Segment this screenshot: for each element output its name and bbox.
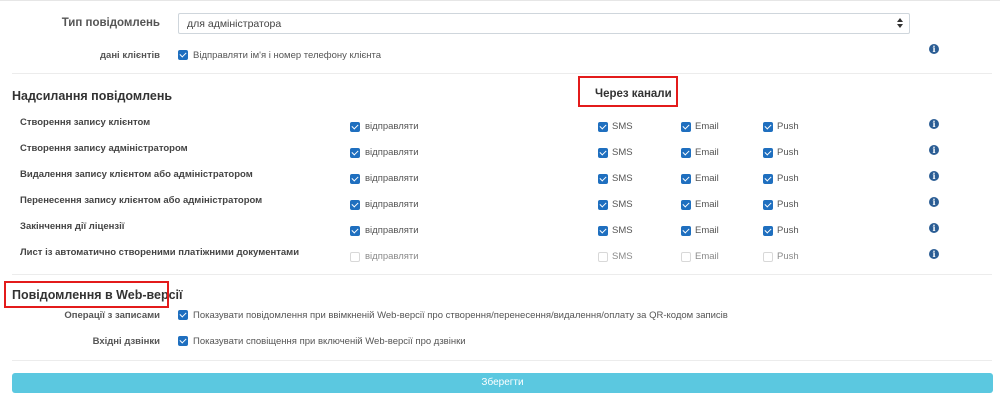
send-checkbox[interactable] bbox=[350, 226, 360, 236]
info-icon[interactable]: i bbox=[929, 249, 939, 259]
info-icon[interactable]: i bbox=[929, 223, 939, 233]
client-data-label: дані клієнтів bbox=[100, 50, 160, 61]
divider bbox=[12, 360, 992, 361]
notification-type-value: для адміністратора bbox=[187, 18, 282, 30]
info-icon[interactable]: i bbox=[929, 44, 939, 54]
email-label: Email bbox=[695, 225, 719, 236]
push-label: Push bbox=[777, 121, 799, 132]
info-icon[interactable]: i bbox=[929, 145, 939, 155]
divider bbox=[12, 274, 992, 275]
send-label: відправляти bbox=[365, 225, 419, 236]
email-label: Email bbox=[695, 147, 719, 158]
send-label: відправляти bbox=[365, 173, 419, 184]
web-highlight-box bbox=[4, 281, 169, 308]
push-checkbox[interactable] bbox=[763, 148, 773, 158]
notification-type-label: Тип повідомлень bbox=[61, 17, 160, 29]
push-checkbox[interactable] bbox=[763, 200, 773, 210]
push-label: Push bbox=[777, 173, 799, 184]
operations-label: Операції з записами bbox=[64, 310, 160, 321]
sms-label: SMS bbox=[612, 199, 633, 210]
sms-checkbox[interactable] bbox=[598, 200, 608, 210]
email-checkbox[interactable] bbox=[681, 122, 691, 132]
operations-text: Показувати повідомлення при ввімкненій W… bbox=[193, 310, 728, 321]
push-label: Push bbox=[777, 147, 799, 158]
client-data-text: Відправляти ім'я і номер телефону клієнт… bbox=[193, 50, 382, 61]
send-checkbox[interactable] bbox=[350, 200, 360, 210]
sms-label: SMS bbox=[612, 251, 633, 262]
top-divider bbox=[0, 0, 1000, 1]
sending-section-title: Надсилання повідомлень bbox=[12, 89, 173, 103]
push-label: Push bbox=[777, 225, 799, 236]
channels-highlight-box bbox=[578, 76, 678, 107]
incoming-calls-text: Показувати сповіщення при включеній Web-… bbox=[193, 336, 466, 347]
email-checkbox[interactable] bbox=[681, 148, 691, 158]
sms-checkbox[interactable] bbox=[598, 148, 608, 158]
send-checkbox[interactable] bbox=[350, 122, 360, 132]
push-checkbox[interactable] bbox=[763, 226, 773, 236]
push-checkbox[interactable] bbox=[763, 122, 773, 132]
email-checkbox[interactable] bbox=[681, 174, 691, 184]
info-icon[interactable]: i bbox=[929, 119, 939, 129]
sms-label: SMS bbox=[612, 147, 633, 158]
email-checkbox[interactable] bbox=[681, 226, 691, 236]
row-label: Створення запису адміністратором bbox=[20, 143, 188, 154]
send-label: відправляти bbox=[365, 121, 419, 132]
send-checkbox[interactable] bbox=[350, 148, 360, 158]
incoming-calls-checkbox[interactable] bbox=[178, 336, 188, 346]
operations-checkbox[interactable] bbox=[178, 310, 188, 320]
send-label: відправляти bbox=[365, 147, 419, 158]
sms-checkbox[interactable] bbox=[598, 174, 608, 184]
client-data-checkbox[interactable] bbox=[178, 50, 188, 60]
email-checkbox[interactable] bbox=[681, 200, 691, 210]
sms-checkbox[interactable] bbox=[598, 122, 608, 132]
row-label: Видалення запису клієнтом або адміністра… bbox=[20, 169, 253, 180]
send-label: відправляти bbox=[365, 199, 419, 210]
sms-checkbox[interactable] bbox=[598, 252, 608, 262]
push-label: Push bbox=[777, 199, 799, 210]
row-label: Створення запису клієнтом bbox=[20, 117, 151, 128]
row-label: Перенесення запису клієнтом або адмініст… bbox=[20, 195, 263, 206]
email-label: Email bbox=[695, 121, 719, 132]
notification-type-select[interactable]: для адміністратора bbox=[178, 13, 910, 34]
incoming-calls-label: Вхідні дзвінки bbox=[92, 336, 160, 347]
save-button[interactable]: Зберегти bbox=[12, 373, 993, 393]
send-label: відправляти bbox=[365, 251, 419, 262]
info-icon[interactable]: i bbox=[929, 197, 939, 207]
push-checkbox[interactable] bbox=[763, 174, 773, 184]
sms-checkbox[interactable] bbox=[598, 226, 608, 236]
sms-label: SMS bbox=[612, 173, 633, 184]
email-label: Email bbox=[695, 173, 719, 184]
row-label: Закінчення дії ліцензії bbox=[20, 221, 125, 232]
sms-label: SMS bbox=[612, 225, 633, 236]
push-label: Push bbox=[777, 251, 799, 262]
divider bbox=[12, 73, 992, 74]
info-icon[interactable]: i bbox=[929, 171, 939, 181]
sms-label: SMS bbox=[612, 121, 633, 132]
email-label: Email bbox=[695, 199, 719, 210]
email-label: Email bbox=[695, 251, 719, 262]
push-checkbox[interactable] bbox=[763, 252, 773, 262]
select-arrows-icon bbox=[897, 17, 905, 30]
row-label: Лист із автоматично створеними платіжним… bbox=[20, 247, 300, 258]
send-checkbox[interactable] bbox=[350, 174, 360, 184]
send-checkbox[interactable] bbox=[350, 252, 360, 262]
email-checkbox[interactable] bbox=[681, 252, 691, 262]
